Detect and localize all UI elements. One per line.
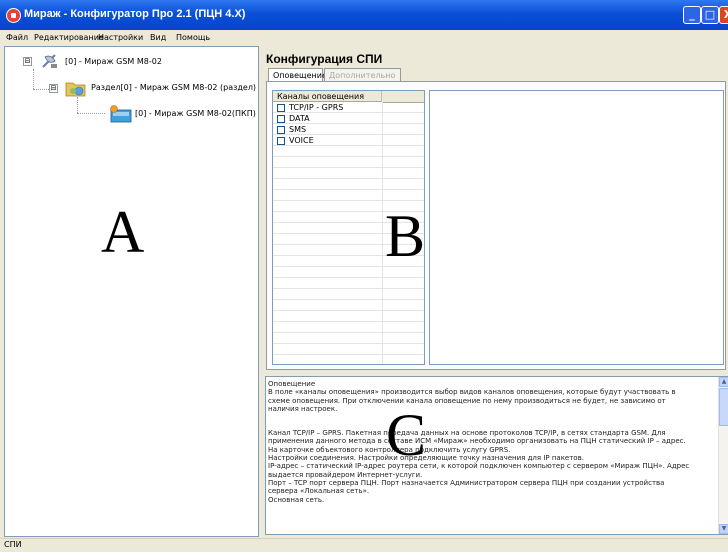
channel-label: TCP/IP - GPRS: [289, 103, 344, 112]
channel-row-tcpip[interactable]: TCP/IP - GPRS: [277, 103, 343, 113]
menu-file-label: Файл: [6, 33, 29, 42]
help-gap: [268, 413, 715, 429]
channel-label: SMS: [289, 125, 307, 134]
channel-details-panel: [429, 90, 724, 365]
device-tree: ⊟ [0] - Мираж GSM M8-02 ⊟ Раздел[0] - Ми…: [4, 46, 259, 537]
ppk-device-icon: [110, 105, 132, 123]
section-folder-icon: [65, 82, 86, 97]
checkbox-tcpip[interactable]: [277, 103, 285, 112]
status-bar: СПИ: [0, 538, 728, 552]
checkbox-sms[interactable]: [277, 125, 285, 134]
satellite-icon: [42, 54, 57, 68]
channel-row-sms[interactable]: SMS: [277, 125, 306, 135]
help-line: применения данного метода в составе ИСМ …: [268, 437, 686, 446]
tab-additional[interactable]: Дополнительно: [324, 68, 401, 81]
tree-section-label[interactable]: Раздел[0] - Мираж GSM M8-02 (раздел): [91, 83, 256, 92]
tab-notification[interactable]: Оповещение: [268, 68, 327, 81]
maximize-button[interactable]: □: [701, 6, 719, 24]
help-line: схеме оповещения. При отключении канала …: [268, 396, 666, 405]
title-bar: Мираж - Конфигуратор Про 2.1 (ПЦН 4.X) _…: [0, 0, 728, 30]
overlay-letter-a: A: [101, 199, 145, 265]
scroll-down-icon[interactable]: ▼: [719, 524, 728, 534]
help-line: Основная сеть.: [268, 495, 325, 504]
close-button[interactable]: X: [719, 6, 728, 24]
checkbox-voice[interactable]: [277, 136, 285, 145]
overlay-letter-b: B: [385, 203, 426, 269]
help-line: В поле «каналы оповещения» производится …: [268, 388, 676, 397]
menu-edit-label: Редактирование: [34, 33, 104, 42]
help-line: Оповещение: [268, 380, 316, 388]
channel-row-voice[interactable]: VOICE: [277, 136, 314, 146]
help-line: На карточке объектового контроллера подк…: [268, 445, 511, 454]
help-text: Оповещение В поле «каналы оповещения» пр…: [268, 380, 715, 504]
channel-row-data[interactable]: DATA: [277, 114, 310, 124]
channels-header[interactable]: Каналы оповещения: [273, 91, 382, 102]
help-line: выдается провайдером Интернет-услуги.: [268, 470, 423, 479]
help-line: Порт – TCP порт сервера ПЦН. Порт назнач…: [268, 478, 665, 487]
column-divider: [382, 102, 383, 364]
menu-settings[interactable]: Настройки: [98, 33, 143, 42]
menu-bar: Файл Редактирование Настройки Вид Помощь: [0, 30, 728, 44]
tree-device-label[interactable]: [0] - Мираж GSM M8-02(ПКП): [135, 109, 256, 118]
channels-header-empty: [382, 91, 424, 103]
checkbox-data[interactable]: [277, 114, 285, 123]
help-line: сервера «Локальная сеть».: [268, 487, 370, 496]
help-line: наличия настроек.: [268, 404, 338, 413]
help-text-box[interactable]: Оповещение В поле «каналы оповещения» пр…: [265, 376, 728, 535]
menu-help-label: Помощь: [176, 33, 211, 42]
channel-label: VOICE: [289, 136, 314, 145]
tree-connector: [77, 113, 105, 114]
status-text: СПИ: [4, 540, 22, 549]
overlay-letter-c: C: [386, 402, 427, 468]
scroll-up-icon[interactable]: ▲: [719, 377, 728, 387]
scroll-thumb[interactable]: [719, 388, 728, 426]
config-panel: Конфигурация СПИ Оповещение Дополнительн…: [261, 46, 728, 535]
menu-view[interactable]: Вид: [150, 33, 166, 42]
minimize-button[interactable]: _: [683, 6, 701, 24]
menu-file[interactable]: Файл: [6, 33, 28, 42]
config-title: Конфигурация СПИ: [266, 52, 383, 66]
app-icon: [6, 8, 21, 23]
tree-root-expander[interactable]: ⊟: [23, 57, 32, 66]
menu-view-label: Вид: [150, 33, 167, 42]
window-title: Мираж - Конфигуратор Про 2.1 (ПЦН 4.X): [24, 8, 246, 20]
help-line: IP-адрес – статический IP-адрес роутера …: [268, 462, 690, 471]
menu-settings-label: Настройки: [98, 33, 144, 42]
menu-help[interactable]: Помощь: [176, 33, 210, 42]
tree-root-label[interactable]: [0] - Мираж GSM M8-02: [65, 57, 162, 66]
menu-edit[interactable]: Редактирование: [34, 33, 104, 42]
help-scrollbar[interactable]: ▲ ▼: [718, 377, 728, 534]
help-line: Настройки соединения. Настройки определя…: [268, 454, 584, 463]
channel-label: DATA: [289, 114, 310, 123]
tree-connector: [77, 97, 78, 113]
tab-content: Каналы оповещения TCP/IP - GPRS DATA SMS…: [266, 81, 726, 370]
tree-section-expander[interactable]: ⊟: [49, 84, 58, 93]
help-line: Канал TCP/IP – GPRS. Пакетная передача д…: [268, 429, 666, 438]
tree-connector: [33, 69, 34, 89]
